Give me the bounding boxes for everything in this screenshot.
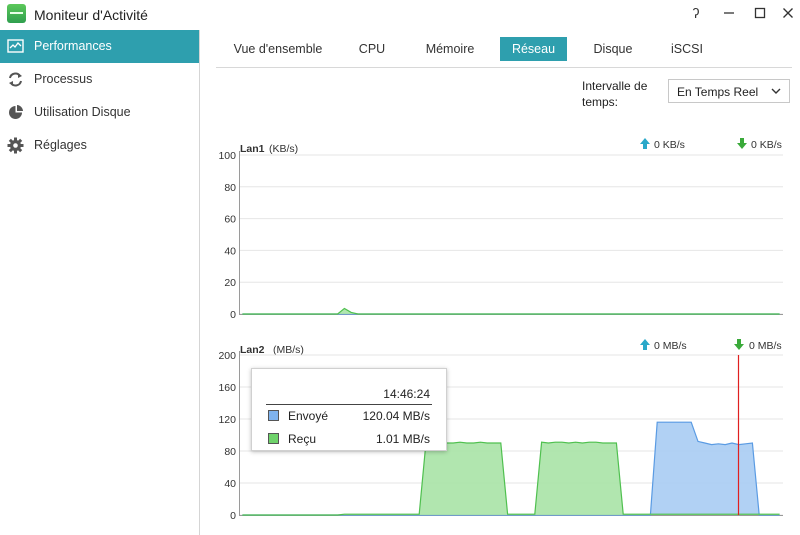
upload-arrow-icon: [640, 138, 650, 149]
upload-rate: 0 KB/s: [654, 139, 685, 151]
network-charts: Lan1 (KB/s) 0 KB/s 0 KB/s 0 20 40 60 80 100 Lan2 (M…: [218, 138, 783, 522]
series-line-received: [242, 307, 780, 315]
chart-title: Lan2: [240, 344, 265, 356]
y-tick-label: 60: [224, 214, 236, 226]
y-tick-label: 40: [224, 478, 236, 490]
y-tick-label: 20: [224, 277, 236, 289]
y-tick-label: 120: [218, 414, 236, 426]
y-tick-label: 100: [218, 150, 236, 162]
y-tick-label: 160: [218, 382, 236, 394]
download-arrow-icon: [734, 339, 744, 350]
y-tick-label: 0: [230, 510, 236, 522]
y-tick-label: 80: [224, 182, 236, 194]
chart-unit: (MB/s): [273, 344, 304, 356]
download-rate: 0 KB/s: [751, 139, 782, 151]
upload-rate: 0 MB/s: [654, 340, 687, 352]
download-rate: 0 MB/s: [749, 340, 782, 352]
tooltip-time: 14:46:24: [383, 387, 430, 401]
tooltip-series-value: 120.04 MB/s: [362, 409, 430, 423]
chart-title: Lan1: [240, 143, 265, 155]
tooltip-divider: [266, 404, 432, 405]
tooltip-series-value: 1.01 MB/s: [375, 432, 430, 446]
tooltip-series-name: Reçu: [288, 432, 317, 446]
chart-tooltip: 14:46:24 Envoyé 120.04 MB/s Reçu 1.01 MB…: [251, 368, 447, 451]
y-tick-label: 40: [224, 245, 236, 257]
series-area-received: [242, 308, 780, 314]
upload-arrow-icon: [640, 339, 650, 350]
y-tick-label: 80: [224, 446, 236, 458]
y-tick-label: 200: [218, 350, 236, 362]
chart-unit: (KB/s): [269, 143, 298, 155]
download-arrow-icon: [737, 138, 747, 149]
legend-swatch-received: [268, 433, 279, 444]
tooltip-series-name: Envoyé: [288, 409, 329, 423]
legend-swatch-sent: [268, 410, 279, 421]
y-tick-label: 0: [230, 309, 236, 321]
